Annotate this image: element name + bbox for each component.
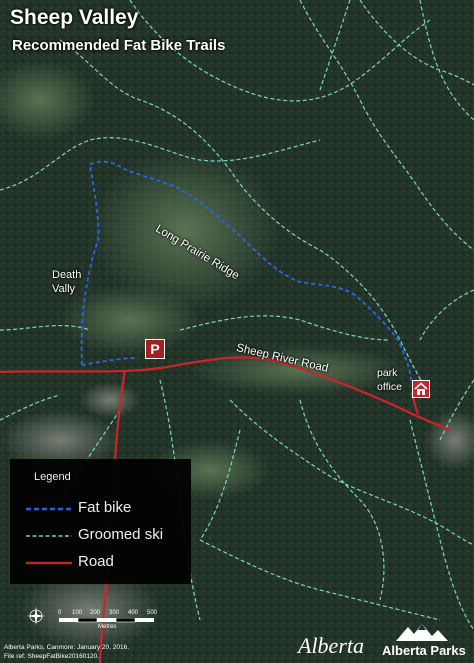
map-subtitle: Recommended Fat Bike Trails bbox=[12, 37, 226, 54]
place-label-park-office: park office bbox=[377, 367, 402, 393]
legend-label-road: Road bbox=[78, 553, 114, 570]
legend-item-fat-bike: Fat bike bbox=[10, 499, 191, 521]
legend-item-road: Road bbox=[10, 553, 191, 575]
legend-label-groomed-ski: Groomed ski bbox=[78, 526, 164, 543]
scale-tick-300: 300 bbox=[109, 610, 120, 616]
footer-credit: Alberta Parks, Canmore: January 20, 2016… bbox=[4, 644, 130, 651]
alberta-logo: Alberta bbox=[298, 633, 364, 658]
legend-item-groomed-ski: Groomed ski bbox=[10, 526, 191, 548]
scale-tick-500: 500 bbox=[147, 610, 158, 616]
fat-bike-swatch bbox=[26, 507, 72, 511]
parking-icon[interactable]: P bbox=[145, 339, 165, 359]
scale-unit: Metres bbox=[98, 624, 117, 630]
house-icon[interactable] bbox=[412, 380, 430, 398]
alberta-parks-logo: Alberta Parks bbox=[382, 643, 466, 658]
map-canvas[interactable]: Sheep Valley Recommended Fat Bike Trails… bbox=[0, 0, 474, 663]
mountain-icon bbox=[396, 624, 448, 641]
scale-tick-200: 200 bbox=[90, 610, 101, 616]
scale-tick-100: 100 bbox=[72, 610, 83, 616]
scale-bar-graphic bbox=[59, 618, 154, 623]
map-title: Sheep Valley bbox=[10, 6, 139, 29]
legend-title: Legend bbox=[34, 471, 71, 483]
footer-file-ref: File ref: SheepFatBike20160120. bbox=[4, 653, 100, 660]
scale-tick-0: 0 bbox=[58, 610, 62, 616]
legend-label-fat-bike: Fat bike bbox=[78, 499, 132, 516]
scale-tick-400: 400 bbox=[128, 610, 139, 616]
compass-icon bbox=[27, 607, 45, 625]
legend-panel: Legend Fat bike Groomed ski Road bbox=[10, 459, 191, 584]
groomed-ski-swatch bbox=[26, 535, 72, 537]
place-label-death-valley: Death Vally bbox=[52, 269, 82, 295]
road-swatch bbox=[26, 561, 72, 565]
scale-bar: 0 100 200 300 400 500 Metres bbox=[58, 610, 178, 630]
